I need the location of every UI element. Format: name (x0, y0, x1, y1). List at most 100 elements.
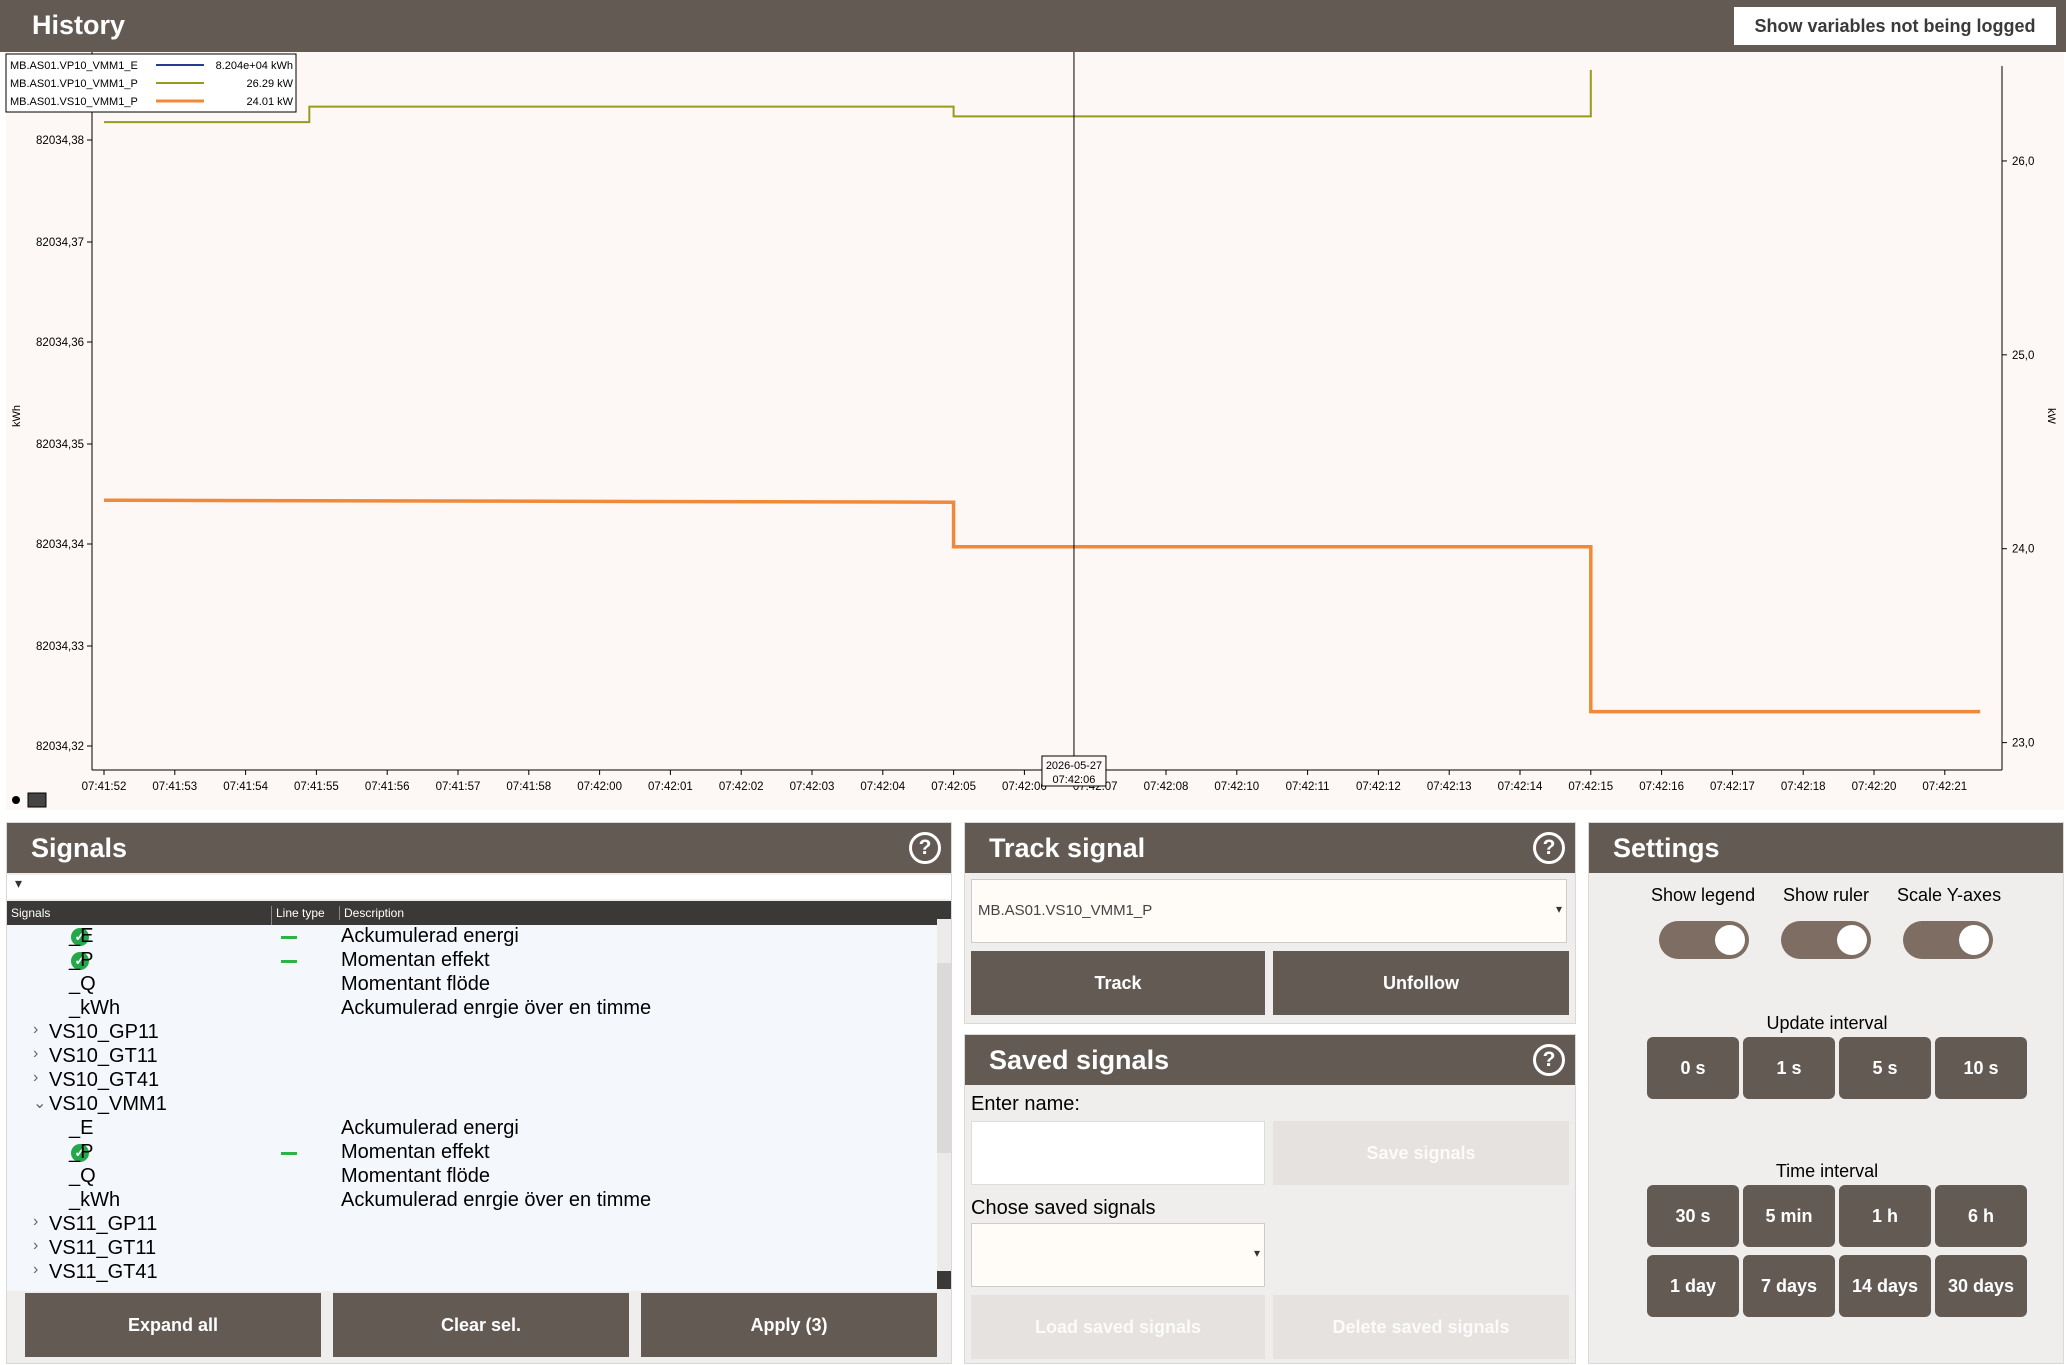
time-interval-button[interactable]: 7 days (1743, 1255, 1835, 1317)
scroll-up[interactable] (937, 901, 951, 919)
dot-icon (12, 796, 20, 804)
update-interval-button[interactable]: 10 s (1935, 1037, 2027, 1099)
saved-dropdown-icon[interactable]: ▾ (1254, 1246, 1260, 1260)
signal-name: _Q (69, 1165, 96, 1187)
signal-row[interactable]: › VS10_GP11 (7, 1021, 937, 1045)
x-tick-label: 07:42:03 (790, 781, 835, 793)
signal-row[interactable]: › VS11_GT41 (7, 1261, 937, 1285)
signal-row[interactable]: ✓ _P Momentan effekt (7, 1141, 937, 1165)
signal-row[interactable]: ✓ _P Momentan effekt (7, 949, 937, 973)
x-tick-label: 07:42:01 (648, 781, 693, 793)
show-legend-label: Show legend (1651, 885, 1756, 905)
signals-help-icon[interactable]: ? (909, 832, 941, 864)
y-left-tick-label: 82034,38 (36, 135, 84, 147)
col-description[interactable]: Description (339, 906, 404, 920)
update-interval-button[interactable]: 0 s (1647, 1037, 1739, 1099)
time-interval-button[interactable]: 6 h (1935, 1185, 2027, 1247)
expand-caret-icon[interactable]: › (33, 1069, 38, 1087)
signal-row[interactable]: › VS11_GP11 (7, 1213, 937, 1237)
unfollow-button[interactable]: Unfollow (1273, 951, 1569, 1015)
y-left-unit: kWh (11, 405, 23, 427)
expand-caret-icon[interactable]: › (33, 1237, 38, 1255)
signal-row[interactable]: _E Ackumulerad energi (7, 1117, 937, 1141)
signal-name: VS11_GT41 (49, 1261, 158, 1283)
collapse-caret-icon[interactable]: ⌄ (33, 1093, 46, 1113)
toggle-knob (1837, 925, 1867, 955)
time-interval-button[interactable]: 30 days (1935, 1255, 2027, 1317)
scroll-thumb[interactable] (937, 963, 951, 1153)
apply-button[interactable]: Apply (3) (641, 1293, 937, 1357)
signal-row[interactable]: ⌄ VS10_VMM1 (7, 1093, 937, 1117)
signals-panel: Signals ? ▾ Signals Line type Descriptio… (6, 822, 952, 1364)
save-signals-button[interactable]: Save signals (1273, 1121, 1569, 1185)
update-interval-button[interactable]: 1 s (1743, 1037, 1835, 1099)
saved-name-input[interactable] (971, 1121, 1265, 1185)
show-ruler-toggle[interactable] (1781, 921, 1871, 959)
scroll-down[interactable] (937, 1271, 951, 1289)
delete-saved-signals-button[interactable]: Delete saved signals (1273, 1295, 1569, 1359)
signal-row[interactable]: _Q Momentant flöde (7, 973, 937, 997)
track-help-icon[interactable]: ? (1533, 832, 1565, 864)
y-right-tick-label: 24,0 (2012, 544, 2034, 556)
signals-filter[interactable]: ▾ (7, 875, 951, 899)
expand-caret-icon[interactable]: › (33, 1261, 38, 1279)
col-signals[interactable]: Signals (11, 906, 50, 920)
time-interval-button[interactable]: 14 days (1839, 1255, 1931, 1317)
y-left-tick-label: 82034,32 (36, 741, 84, 753)
x-tick-label: 07:42:05 (931, 781, 976, 793)
signal-name: _E (69, 1117, 94, 1139)
signal-row[interactable]: › VS11_GT11 (7, 1237, 937, 1261)
signal-row[interactable]: › VS10_GT11 (7, 1045, 937, 1069)
show-legend-toggle[interactable] (1659, 921, 1749, 959)
saved-header: Saved signals ? (965, 1035, 1575, 1085)
expand-caret-icon[interactable]: › (33, 1213, 38, 1231)
signal-row[interactable]: _kWh Ackumulerad enrgie över en timme (7, 1189, 937, 1213)
saved-signals-panel: Saved signals ? Enter name: Save signals… (964, 1034, 1576, 1364)
x-tick-label: 07:41:53 (152, 781, 197, 793)
signals-tree: ✓ _E Ackumulerad energi ✓ _P Momentan effekt _… (7, 925, 937, 1291)
y-left-tick-label: 82034,36 (36, 337, 84, 349)
y-left-tick-label: 82034,33 (36, 641, 84, 653)
top-bar: History Show variables not being logged (0, 0, 2066, 52)
y-right-unit: kW (2045, 408, 2057, 425)
saved-help-icon[interactable]: ? (1533, 1044, 1565, 1076)
track-signal-select[interactable]: MB.AS01.VS10_VMM1_P ▾ (971, 879, 1567, 943)
signal-description: Momentant flöde (341, 973, 490, 995)
signal-description: Ackumulerad enrgie över en timme (341, 1189, 652, 1211)
signals-scrollbar[interactable] (937, 901, 951, 1291)
expand-caret-icon[interactable]: › (33, 1021, 38, 1039)
chart-canvas[interactable]: 07:41:52 07:41:53 07:41:54 07:41:55 07:41:56… (0, 52, 2066, 812)
signal-name: _E (69, 925, 94, 947)
track-dropdown-icon[interactable]: ▾ (1556, 902, 1562, 916)
saved-signals-select[interactable]: ▾ (971, 1223, 1265, 1287)
line-type-swatch (281, 960, 297, 963)
legend-name: MB.AS01.VP10_VMM1_P (10, 78, 138, 90)
saved-title: Saved signals (989, 1045, 1170, 1075)
signal-row[interactable]: _kWh Ackumulerad enrgie över en timme (7, 997, 937, 1021)
load-saved-signals-button[interactable]: Load saved signals (971, 1295, 1265, 1359)
x-tick-label: 07:42:20 (1852, 781, 1897, 793)
signal-row[interactable]: › VS10_GT41 (7, 1069, 937, 1093)
y-left-tick-label: 82034,37 (36, 237, 84, 249)
time-interval-button[interactable]: 5 min (1743, 1185, 1835, 1247)
signal-row[interactable]: _Q Momentant flöde (7, 1165, 937, 1189)
history-chart[interactable]: 07:41:52 07:41:53 07:41:54 07:41:55 07:41:56… (0, 52, 2066, 812)
expand-all-button[interactable]: Expand all (25, 1293, 321, 1357)
scale-y-toggle[interactable] (1903, 921, 1993, 959)
update-interval-button[interactable]: 5 s (1839, 1037, 1931, 1099)
x-tick-label: 07:42:08 (1144, 781, 1189, 793)
signal-row[interactable]: ✓ _E Ackumulerad energi (7, 925, 937, 949)
clear-selection-button[interactable]: Clear sel. (333, 1293, 629, 1357)
x-tick-label: 07:42:04 (860, 781, 905, 793)
x-tick-label: 07:41:56 (365, 781, 410, 793)
track-button[interactable]: Track (971, 951, 1265, 1015)
show-not-logged-button[interactable]: Show variables not being logged (1734, 7, 2056, 45)
legend-value: 24.01 kW (247, 96, 294, 108)
time-interval-button[interactable]: 30 s (1647, 1185, 1739, 1247)
expand-caret-icon[interactable]: › (33, 1045, 38, 1063)
filter-dropdown-icon[interactable]: ▾ (15, 875, 22, 892)
time-interval-button[interactable]: 1 day (1647, 1255, 1739, 1317)
signals-title: Signals (31, 833, 128, 863)
time-interval-button[interactable]: 1 h (1839, 1185, 1931, 1247)
x-tick-label: 07:42:10 (1214, 781, 1259, 793)
